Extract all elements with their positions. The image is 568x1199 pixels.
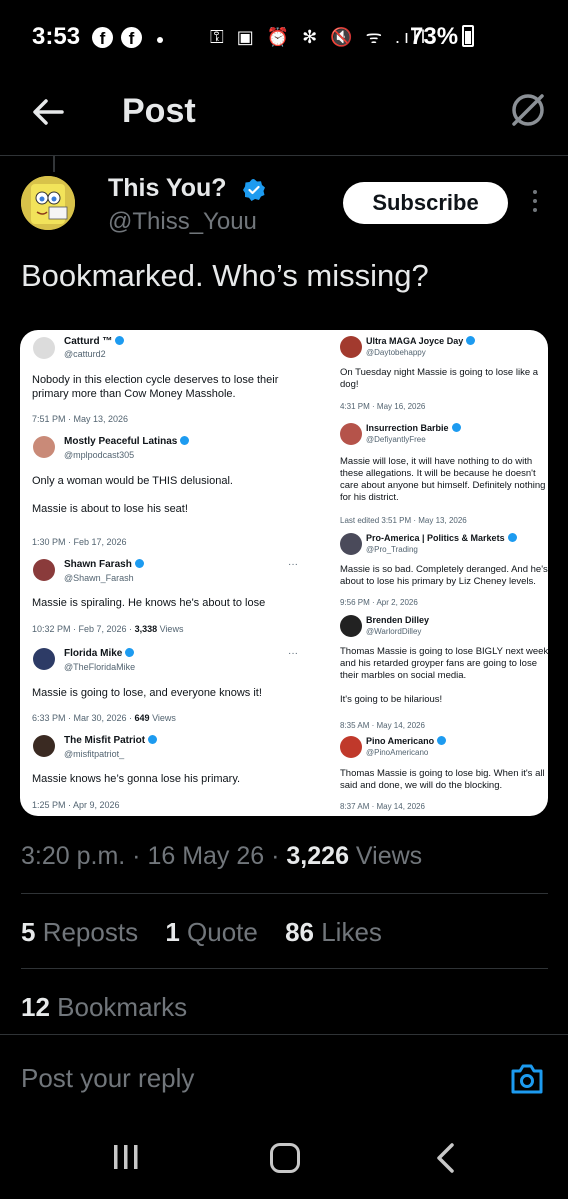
camera-icon[interactable] [510, 1063, 544, 1095]
embedded-tweet-name: Pro-America | Politics & Markets [366, 533, 517, 543]
home-icon[interactable] [270, 1143, 300, 1173]
thread-connector [53, 156, 55, 172]
verified-badge-icon [243, 179, 265, 201]
divider [21, 968, 548, 969]
embedded-tweet-name: Mostly Peaceful Latinas [64, 436, 190, 447]
embedded-tweet-text: Massie is going to lose, and everyone kn… [32, 687, 262, 699]
status-bar: 3:53 f f ⚿ ▣ ⏰ ✻ 🔇 ᯤ .ıll 73% [0, 0, 568, 74]
embedded-tweet-timestamp: 8:37 AM · May 14, 2026 [340, 802, 425, 811]
grok-icon[interactable] [508, 90, 548, 130]
avatar [33, 735, 55, 757]
notification-dot-icon [157, 37, 163, 43]
embedded-tweet-timestamp: 8:35 AM · May 14, 2026 [340, 721, 425, 730]
avatar [33, 648, 55, 670]
author-name[interactable]: This You? [108, 174, 227, 203]
verified-badge-icon [115, 336, 125, 345]
back-arrow-icon[interactable] [30, 94, 66, 130]
likes-stat[interactable]: 86 Likes [285, 917, 382, 947]
embedded-tweet-name: Brenden Dilley [366, 615, 430, 625]
embedded-tweet-name: Pino Americano [366, 736, 447, 746]
avatar [340, 615, 362, 637]
embedded-tweet-handle: @Daytobehappy [366, 348, 426, 357]
embedded-tweet-timestamp: 1:25 PM · Apr 9, 2026 [32, 800, 120, 810]
verified-badge-icon [451, 423, 461, 432]
embedded-tweet-name: The Misfit Patriot [64, 735, 158, 746]
embedded-tweet-text: Thomas Massie is going to lose BIGLY nex… [340, 646, 548, 705]
embedded-tweet-text: Only a woman would be THIS delusional. M… [32, 475, 233, 515]
embedded-tweet-text: On Tuesday night Massie is going to lose… [340, 367, 539, 390]
subscribe-button[interactable]: Subscribe [343, 182, 508, 224]
verified-badge-icon [466, 336, 476, 345]
verified-badge-icon [134, 559, 144, 568]
engagement-stats: 5 Reposts 1 Quote 86 Likes [21, 917, 382, 948]
embedded-tweet-text: Massie knows he’s gonna lose his primary… [32, 773, 241, 785]
embedded-tweet-text: Thomas Massie is going to lose big. When… [340, 768, 545, 791]
embedded-tweet-handle: @TheFloridaMike [64, 662, 136, 672]
quotes-stat[interactable]: 1 Quote [165, 917, 258, 947]
clock: 3:53 [32, 23, 81, 50]
avatar [340, 336, 362, 358]
embedded-tweet-name: Shawn Farash [64, 559, 144, 570]
top-app-bar: Post [0, 74, 568, 156]
post-timestamp: 3:20 p.m. · 16 May 26 · 3,226 Views [21, 842, 423, 870]
avatar [340, 423, 362, 445]
embedded-tweet-name: Catturd ™ [64, 336, 125, 347]
avatar[interactable] [21, 176, 75, 230]
embedded-tweet-timestamp: Last edited 3:51 PM · May 13, 2026 [340, 516, 467, 525]
embedded-tweet-handle: @Shawn_Farash [64, 573, 134, 583]
embedded-tweet-text: Massie is spiraling. He knows he's about… [32, 597, 266, 609]
embedded-tweet-timestamp: 10:32 PM · Feb 7, 2026 · 3,338 Views [32, 624, 184, 634]
views-count: 3,226 [286, 842, 349, 870]
avatar [33, 436, 55, 458]
reply-bar: Post your reply [0, 1034, 568, 1110]
avatar [340, 736, 362, 758]
embedded-tweet-handle: @Pro_Trading [366, 545, 418, 554]
embedded-tweet-handle: @WarlordDilley [366, 627, 422, 636]
image-right-column: Ultra MAGA Joyce Day @Daytobehappy On Tu… [284, 330, 548, 816]
embedded-tweet-timestamp: 6:33 PM · Mar 30, 2026 · 649 Views [32, 713, 176, 723]
verified-badge-icon [507, 533, 517, 542]
embedded-tweet-handle: @catturd2 [64, 349, 106, 359]
verified-badge-icon [148, 735, 158, 744]
nav-back-icon[interactable] [434, 1142, 458, 1174]
embedded-tweet-timestamp: 1:30 PM · Feb 17, 2026 [32, 537, 127, 547]
embedded-tweet-handle: @misfitpatriot_ [64, 749, 125, 759]
avatar [33, 559, 55, 581]
post-image[interactable]: Catturd ™ @catturd2 Nobody in this elect… [20, 330, 548, 816]
facebook-icon: f [92, 27, 113, 48]
embedded-tweet-text: Massie will lose, it will have nothing t… [340, 456, 546, 503]
embedded-tweet-text: Nobody in this election cycle deserves t… [32, 374, 279, 400]
embedded-tweet-timestamp: 4:31 PM · May 16, 2026 [340, 402, 426, 411]
embedded-tweet-handle: @mplpodcast305 [64, 450, 135, 460]
embedded-tweet-text: Massie is so bad. Completely deranged. A… [340, 564, 548, 587]
divider [21, 893, 548, 894]
avatar [33, 337, 55, 359]
embedded-tweet-timestamp: 7:51 PM · May 13, 2026 [32, 414, 129, 424]
verified-badge-icon [125, 648, 135, 657]
post-text: Bookmarked. Who’s missing? [21, 258, 429, 293]
reply-input[interactable]: Post your reply [21, 1063, 194, 1094]
avatar [340, 533, 362, 555]
spongebob-avatar-icon [21, 176, 75, 230]
embedded-tweet-timestamp: 9:56 PM · Apr 2, 2026 [340, 598, 418, 607]
reposts-stat[interactable]: 5 Reposts [21, 917, 138, 947]
embedded-tweet-name: Insurrection Barbie [366, 423, 461, 433]
page-title: Post [122, 92, 196, 130]
embedded-tweet-name: Ultra MAGA Joyce Day [366, 336, 476, 346]
author-handle[interactable]: @Thiss_Youu [108, 208, 257, 236]
bookmarks-stat[interactable]: 12 Bookmarks [21, 992, 187, 1023]
battery-icon [462, 25, 474, 47]
image-left-column: Catturd ™ @catturd2 Nobody in this elect… [20, 330, 298, 816]
status-icons: ⚿ ▣ ⏰ ✻ 🔇 ᯤ .ıll [210, 27, 430, 47]
embedded-tweet-name: Florida Mike [64, 648, 135, 659]
system-nav-bar [0, 1110, 568, 1199]
verified-badge-icon [180, 436, 190, 445]
facebook-icon: f [121, 27, 142, 48]
embedded-tweet-handle: @DefiyantlyFree [366, 435, 426, 444]
recent-apps-icon[interactable] [112, 1144, 140, 1170]
more-options-icon[interactable] [530, 190, 540, 216]
verified-badge-icon [437, 736, 447, 745]
battery-percent: 73% [410, 23, 459, 50]
embedded-tweet-handle: @PinoAmericano [366, 748, 429, 757]
